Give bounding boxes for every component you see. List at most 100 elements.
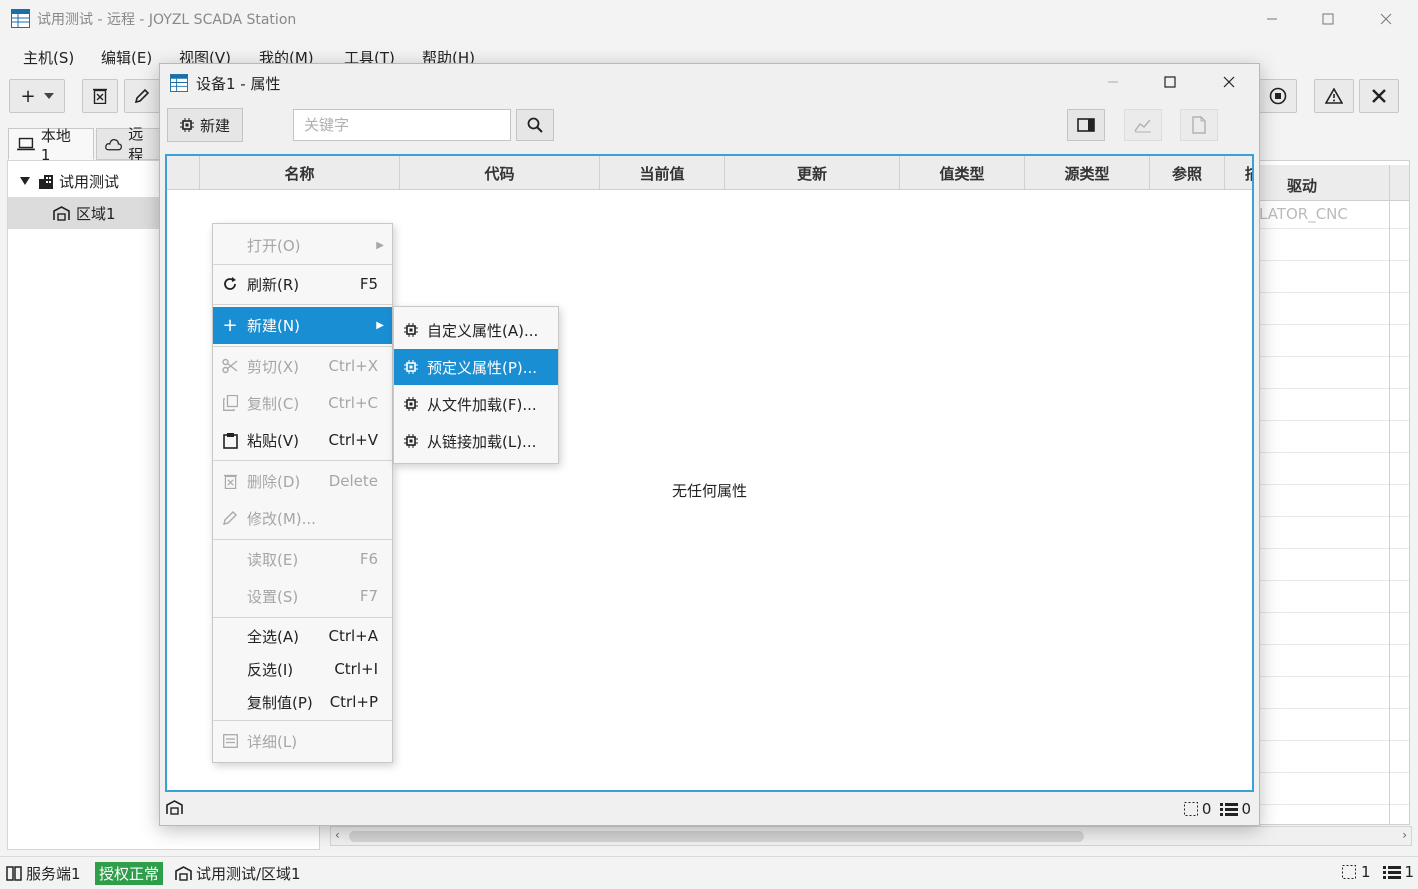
alarm-button[interactable] bbox=[1314, 79, 1354, 113]
panel-toggle-button[interactable] bbox=[1067, 109, 1105, 141]
menu-separator bbox=[213, 264, 392, 265]
menu-edit[interactable]: 编辑(E) bbox=[101, 47, 152, 68]
menu-item-refresh[interactable]: 刷新(R) F5 bbox=[213, 267, 392, 301]
plus-icon: + bbox=[20, 85, 36, 107]
add-dropdown-button[interactable]: + bbox=[9, 79, 65, 113]
menu-item-label: 反选(I) bbox=[247, 660, 294, 679]
delete-icon bbox=[221, 472, 239, 490]
menu-item-open[interactable]: 打开(O) ▶ bbox=[213, 228, 392, 262]
menu-item-read[interactable]: 读取(E) F6 bbox=[213, 542, 392, 576]
scroll-left-icon[interactable]: ‹ bbox=[335, 828, 340, 842]
building-icon bbox=[39, 174, 53, 189]
menu-item-cut[interactable]: 剪切(X) Ctrl+X bbox=[213, 349, 392, 383]
submenu-item-load-from-file[interactable]: 从文件加载(F)... bbox=[394, 386, 558, 422]
menu-item-set[interactable]: 设置(S) F7 bbox=[213, 579, 392, 613]
menu-item-label: 全选(A) bbox=[247, 627, 299, 646]
column-description[interactable]: 描 bbox=[1225, 156, 1252, 189]
delete-button[interactable] bbox=[82, 79, 118, 113]
edit-button[interactable] bbox=[124, 79, 160, 113]
table-icon bbox=[170, 74, 188, 92]
window-title: 试用测试 - 远程 - JOYZL SCADA Station bbox=[37, 12, 297, 28]
submenu-item-custom-property[interactable]: 自定义属性(A)... bbox=[394, 312, 558, 348]
chip-icon bbox=[402, 321, 420, 339]
submenu-item-load-from-link[interactable]: 从链接加载(L)... bbox=[394, 423, 558, 459]
status-bar: 服务端1 授权正常 试用测试/区域1 1 1 bbox=[0, 856, 1418, 889]
submenu-item-label: 从文件加载(F)... bbox=[427, 395, 537, 414]
close-button[interactable] bbox=[1360, 0, 1412, 38]
selection-counts: 1 1 bbox=[1341, 863, 1414, 881]
column-source-type[interactable]: 源类型 bbox=[1025, 156, 1150, 189]
driver-cell: LATOR_CNC bbox=[1259, 205, 1348, 223]
tree-node-root-label: 试用测试 bbox=[59, 172, 120, 191]
clipboard-icon bbox=[221, 431, 239, 449]
horizontal-scrollbar[interactable]: ‹ › bbox=[330, 826, 1412, 846]
menu-item-shortcut: Ctrl+P bbox=[329, 693, 378, 711]
menu-item-shortcut: Delete bbox=[328, 472, 378, 490]
minimize-button[interactable] bbox=[1246, 0, 1298, 38]
tab-local[interactable]: 本地 1 bbox=[8, 127, 94, 164]
menu-item-label: 修改(M)... bbox=[247, 509, 316, 528]
new-property-button[interactable]: 新建 bbox=[167, 108, 243, 142]
export-button[interactable] bbox=[1180, 109, 1218, 141]
menu-item-label: 读取(E) bbox=[247, 550, 299, 569]
submenu-arrow-icon: ▶ bbox=[376, 320, 384, 331]
driver-header-label: 驱动 bbox=[1287, 177, 1318, 195]
minimize-icon bbox=[1267, 18, 1277, 20]
menu-item-modify[interactable]: 修改(M)... bbox=[213, 501, 392, 535]
menu-item-delete[interactable]: 删除(D) Delete bbox=[213, 464, 392, 498]
column-code[interactable]: 代码 bbox=[400, 156, 600, 189]
tab-remote[interactable]: 远程 bbox=[96, 125, 166, 164]
menu-item-select-all[interactable]: 全选(A) Ctrl+A bbox=[213, 619, 392, 653]
warehouse-icon bbox=[166, 800, 183, 815]
list-icon bbox=[1220, 802, 1239, 816]
search-icon bbox=[527, 117, 543, 133]
column-name[interactable]: 名称 bbox=[200, 156, 400, 189]
chip-icon bbox=[402, 358, 420, 376]
search-button[interactable] bbox=[516, 109, 554, 141]
menu-item-shortcut: F7 bbox=[359, 587, 378, 605]
book-icon bbox=[6, 866, 22, 881]
dialog-minimize-button[interactable] bbox=[1084, 64, 1142, 100]
trend-button[interactable] bbox=[1124, 109, 1162, 141]
column-value-type[interactable]: 值类型 bbox=[900, 156, 1025, 189]
menu-item-copy[interactable]: 复制(C) Ctrl+C bbox=[213, 386, 392, 420]
menu-item-label: 新建(N) bbox=[247, 317, 300, 335]
tools-button[interactable] bbox=[1359, 79, 1399, 113]
delete-icon bbox=[93, 88, 107, 104]
column-reference[interactable]: 参照 bbox=[1150, 156, 1225, 189]
scroll-right-icon[interactable]: › bbox=[1402, 828, 1407, 842]
scroll-thumb[interactable] bbox=[349, 831, 1084, 842]
expand-arrow-icon[interactable] bbox=[20, 177, 30, 185]
scissors-icon bbox=[221, 357, 239, 375]
dialog-maximize-button[interactable] bbox=[1141, 64, 1199, 100]
menu-item-shortcut: F5 bbox=[359, 275, 378, 293]
menu-item-invert-selection[interactable]: 反选(I) Ctrl+I bbox=[213, 652, 392, 686]
dialog-close-button[interactable] bbox=[1200, 64, 1258, 100]
server-name: 服务端1 bbox=[26, 865, 81, 883]
menu-item-shortcut: Ctrl+V bbox=[328, 431, 378, 449]
stop-circle-icon bbox=[1269, 87, 1287, 105]
column-current-value[interactable]: 当前值 bbox=[600, 156, 725, 189]
column-update[interactable]: 更新 bbox=[725, 156, 900, 189]
file-icon bbox=[1192, 116, 1206, 134]
menu-item-details[interactable]: 详细(L) bbox=[213, 724, 392, 758]
menu-host[interactable]: 主机(S) bbox=[23, 47, 74, 68]
current-path-label: 试用测试/区域1 bbox=[196, 865, 301, 883]
tools-icon bbox=[1372, 89, 1386, 103]
menu-item-new[interactable]: + 新建(N) ▶ bbox=[213, 307, 392, 344]
stop-button[interactable] bbox=[1259, 79, 1297, 113]
menu-item-copy-value[interactable]: 复制值(P) Ctrl+P bbox=[213, 685, 392, 719]
close-icon bbox=[1380, 13, 1392, 25]
tree-node-area-label: 区域1 bbox=[76, 204, 116, 223]
dialog-counts: 0 0 bbox=[1183, 800, 1251, 818]
chip-icon bbox=[402, 395, 420, 413]
submenu-item-predefined-property[interactable]: 预定义属性(P)... bbox=[394, 349, 558, 385]
row-header-cell bbox=[167, 156, 200, 189]
search-input[interactable] bbox=[293, 109, 511, 141]
maximize-button[interactable] bbox=[1302, 0, 1354, 38]
chip-icon bbox=[402, 432, 420, 450]
chevron-down-icon bbox=[43, 93, 54, 99]
menu-separator bbox=[213, 539, 392, 540]
submenu-arrow-icon: ▶ bbox=[376, 239, 384, 251]
menu-item-paste[interactable]: 粘贴(V) Ctrl+V bbox=[213, 423, 392, 457]
